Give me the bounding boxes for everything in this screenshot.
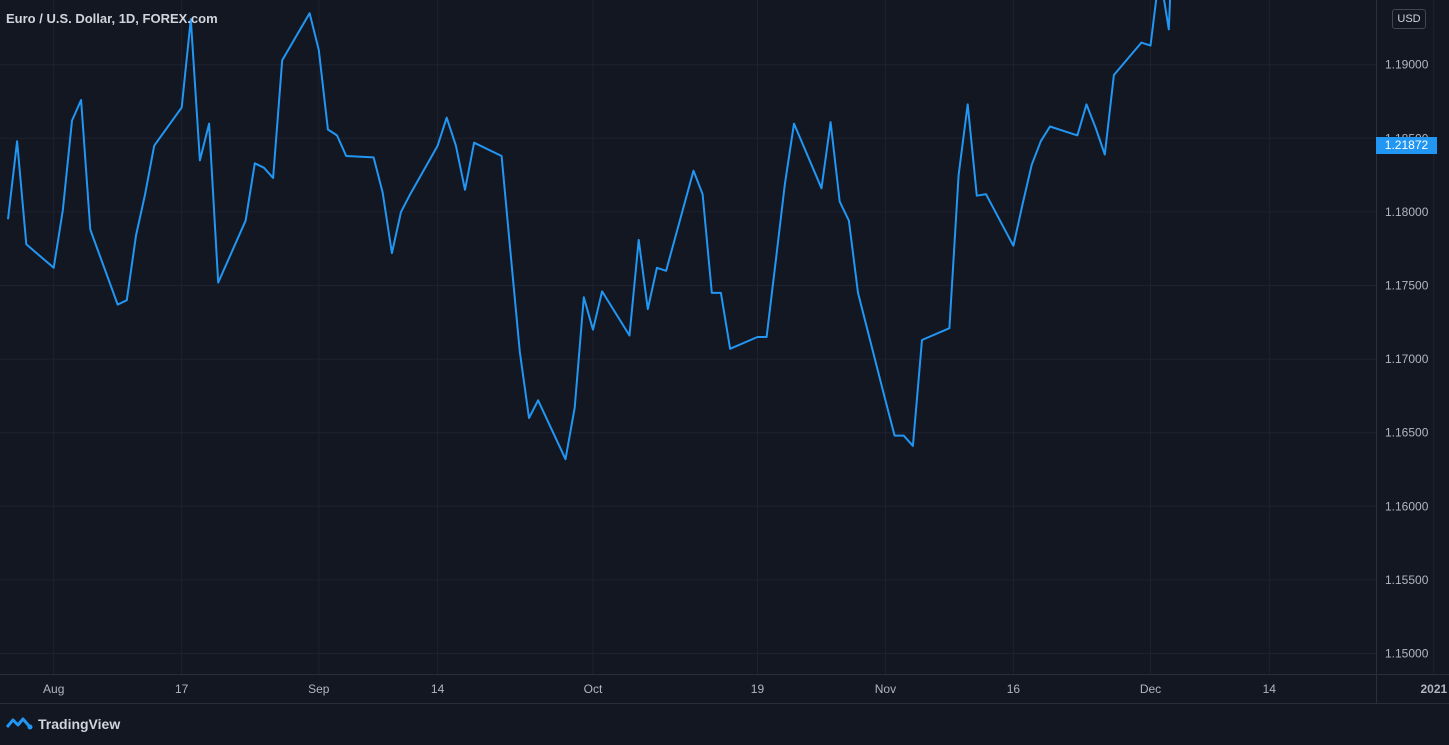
y-tick-label: 1.17000	[1385, 352, 1429, 366]
x-tick-label: Dec	[1140, 682, 1161, 696]
x-tick-label: 16	[1007, 682, 1021, 696]
symbol-title[interactable]: Euro / U.S. Dollar, 1D, FOREX.com	[6, 11, 218, 26]
y-tick-label: 1.16000	[1385, 499, 1429, 513]
x-tick-label: Sep	[308, 682, 330, 696]
x-tick-label: 17	[175, 682, 189, 696]
x-tick-label: Oct	[584, 682, 603, 696]
brand-name[interactable]: TradingView	[38, 716, 120, 732]
price-chart-svg[interactable]: 1.15000 1.15500 1.16000 1.16500 1.17000 1.175…	[0, 0, 1449, 744]
footer: TradingView	[0, 703, 1449, 745]
tradingview-logo-icon[interactable]	[6, 715, 34, 733]
y-tick-label: 1.15500	[1385, 573, 1429, 587]
x-tick-label: 14	[431, 682, 445, 696]
y-tick-label: 1.18000	[1385, 205, 1429, 219]
last-price-label: 1.21872	[1376, 137, 1437, 154]
x-tick-label: Nov	[875, 682, 896, 696]
currency-button[interactable]: USD	[1392, 9, 1426, 29]
y-tick-label: 1.15000	[1385, 647, 1429, 661]
eurusd-price-line	[7, 0, 1172, 461]
y-tick-label: 1.17500	[1385, 279, 1429, 293]
x-tick-label: Aug	[43, 682, 64, 696]
y-tick-label: 1.19000	[1385, 58, 1429, 72]
x-tick-label: 19	[751, 682, 765, 696]
x-tick-label: 2021	[1420, 682, 1447, 696]
chart[interactable]: 1.15000 1.15500 1.16000 1.16500 1.17000 1.175…	[0, 0, 1449, 744]
y-tick-label: 1.16500	[1385, 426, 1429, 440]
x-tick-label: 14	[1263, 682, 1277, 696]
